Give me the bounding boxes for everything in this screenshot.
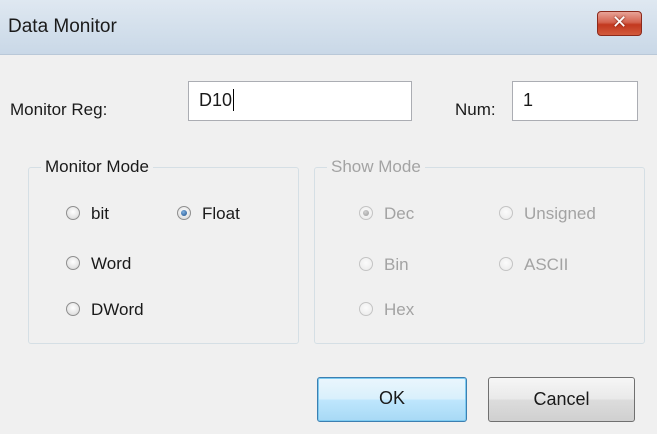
radio-hex-label: Hex xyxy=(384,300,415,319)
radio-word-label: Word xyxy=(91,254,132,273)
radio-bin-label: Bin xyxy=(384,255,409,274)
text-caret xyxy=(233,88,235,111)
num-input[interactable]: 1 xyxy=(512,81,638,121)
radio-bin-indicator xyxy=(359,257,373,271)
num-value: 1 xyxy=(523,90,534,110)
radio-hex-indicator xyxy=(359,302,373,316)
title-bar: Data Monitor ✕ xyxy=(0,0,657,55)
cancel-button[interactable]: Cancel xyxy=(488,377,635,422)
close-button[interactable]: ✕ xyxy=(597,11,642,36)
radio-bit-label: bit xyxy=(91,204,109,223)
radio-dec-label: Dec xyxy=(384,204,415,223)
monitor-mode-group: Monitor Mode xyxy=(28,157,299,344)
monitor-reg-label: Monitor Reg: xyxy=(10,100,108,119)
close-icon: ✕ xyxy=(611,12,628,33)
radio-float-indicator xyxy=(177,206,191,220)
monitor-mode-title: Monitor Mode xyxy=(41,157,153,177)
radio-ascii-label: ASCII xyxy=(524,255,569,274)
num-label: Num: xyxy=(455,100,496,119)
radio-unsigned-indicator xyxy=(499,206,513,220)
data-monitor-dialog: Data Monitor ✕ Monitor Reg: D10 Num: 1 M… xyxy=(0,0,657,434)
show-mode-title: Show Mode xyxy=(327,157,425,177)
show-mode-group: Show Mode xyxy=(314,157,645,344)
ok-button[interactable]: OK xyxy=(317,377,467,422)
window-title: Data Monitor xyxy=(8,16,117,37)
monitor-reg-value: D10 xyxy=(199,90,233,110)
radio-dec-indicator xyxy=(359,206,373,220)
monitor-reg-input[interactable]: D10 xyxy=(188,81,412,121)
radio-float-label: Float xyxy=(202,204,240,223)
radio-bit-indicator xyxy=(66,206,80,220)
radio-dword-indicator xyxy=(66,302,80,316)
radio-word-indicator xyxy=(66,256,80,270)
radio-unsigned-label: Unsigned xyxy=(524,204,596,223)
radio-dword-label: DWord xyxy=(91,300,144,319)
radio-ascii-indicator xyxy=(499,257,513,271)
